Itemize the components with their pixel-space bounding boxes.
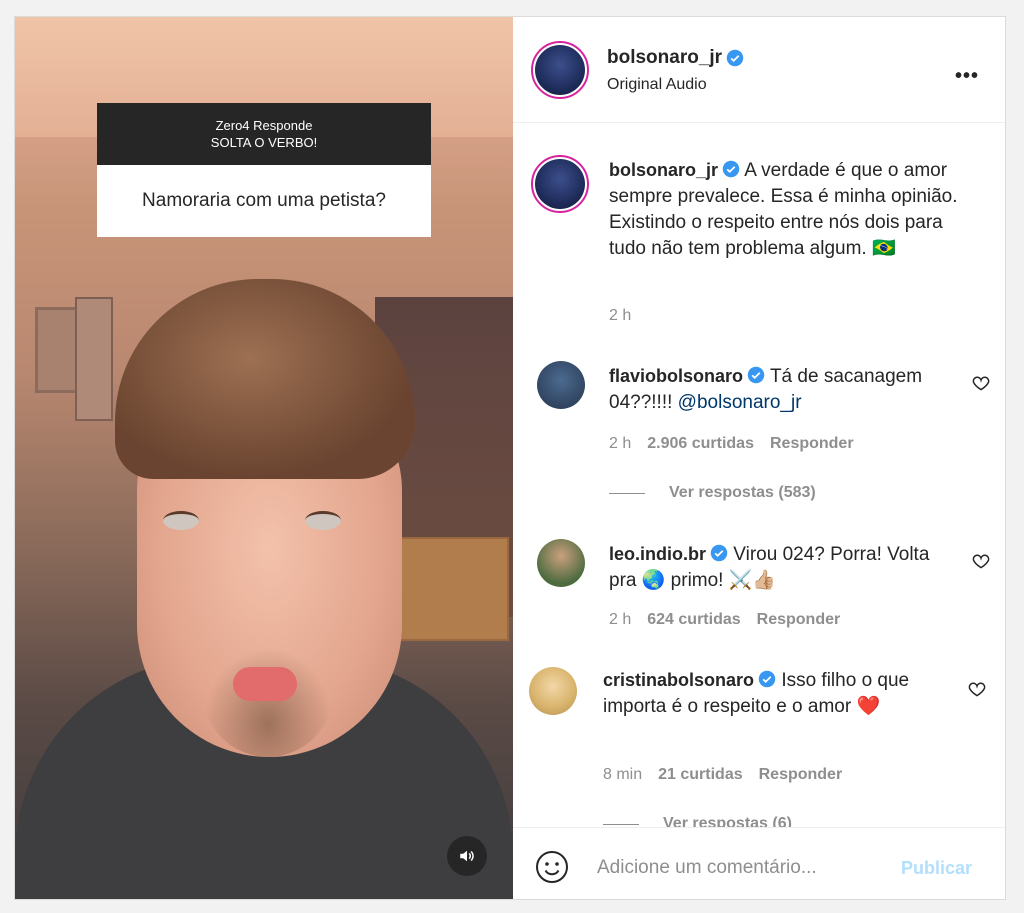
more-options-icon[interactable]: ••• [955,65,979,88]
comment-meta: 8 min 21 curtidas Responder [603,766,842,784]
question-sticker-header: Zero4 Responde SOLTA O VERBO! [97,103,431,165]
comment-time: 8 min [603,766,643,783]
comment-likes[interactable]: 21 curtidas [658,766,742,783]
comment-username[interactable]: cristinabolsonaro [603,670,754,690]
video-background-picture [75,297,113,421]
question-sticker-title: Zero4 Responde [215,118,313,133]
video-background-cabinet [395,537,509,641]
verified-badge-icon [747,366,765,384]
comment-likes[interactable]: 2.906 curtidas [647,435,754,452]
comment-item: leo.indio.br Virou 024? Porra! Volta pra… [609,541,959,594]
comment-time: 2 h [609,611,632,628]
video-player[interactable]: Zero4 Responde SOLTA O VERBO! Namoraria … [15,17,513,899]
comment-mention-link[interactable]: @bolsonaro_jr [678,392,802,413]
comment-username[interactable]: flaviobolsonaro [609,366,743,386]
comment-likes[interactable]: 624 curtidas [647,611,740,628]
caption-avatar[interactable] [531,155,589,213]
comment-item: flaviobolsonaro Tá de sacanagem 04??!!!!… [609,363,959,416]
verified-badge-icon [758,670,776,688]
post-comment-button[interactable]: Publicar [901,858,972,879]
verified-badge-icon [710,544,728,562]
comment-item: cristinabolsonaro Isso filho o que impor… [603,667,953,720]
like-heart-icon[interactable] [971,551,991,571]
verified-badge-icon [722,160,740,178]
view-replies-label[interactable]: Ver respostas (583) [669,484,816,502]
view-replies-button[interactable]: Ver respostas (583) [609,484,816,502]
post-author-username[interactable]: bolsonaro_jr [607,47,722,69]
post-header: bolsonaro_jr Original Audio ••• [513,17,1005,123]
verified-badge-icon [726,49,744,67]
comment-meta: 2 h 2.906 curtidas Responder [609,435,854,453]
comment-avatar[interactable] [537,361,585,409]
video-person-hair [115,279,415,479]
post-side-panel: bolsonaro_jr Original Audio ••• bolsonar… [513,17,1005,899]
question-sticker-text: Namoraria com uma petista? [97,165,431,237]
original-audio-link[interactable]: Original Audio [607,76,707,94]
video-person-mouth [233,667,297,701]
comment-avatar[interactable] [529,667,577,715]
comment-input[interactable] [595,856,879,880]
replies-divider [609,492,645,494]
like-heart-icon[interactable] [967,679,987,699]
comment-avatar[interactable] [537,539,585,587]
comment-time: 2 h [609,435,632,452]
video-person-eye [163,511,199,530]
reply-button[interactable]: Responder [757,611,841,628]
caption-time: 2 h [609,307,632,324]
speaker-icon [460,850,474,862]
reply-button[interactable]: Responder [759,766,843,783]
video-person-eye [305,511,341,530]
like-heart-icon[interactable] [971,373,991,393]
question-sticker: Zero4 Responde SOLTA O VERBO! Namoraria … [97,103,431,237]
comment-composer: Publicar [513,827,1005,899]
emoji-picker-icon[interactable] [535,850,569,884]
post-author[interactable]: bolsonaro_jr [607,47,744,69]
caption-username[interactable]: bolsonaro_jr [609,160,718,180]
comment-meta: 2 h 624 curtidas Responder [609,611,840,629]
post-dialog: Zero4 Responde SOLTA O VERBO! Namoraria … [14,16,1006,900]
avatar[interactable] [531,41,589,99]
caption: bolsonaro_jr A verdade é que o amor semp… [609,157,979,262]
comment-username[interactable]: leo.indio.br [609,544,706,564]
sound-toggle-button[interactable] [447,836,487,876]
replies-divider [603,823,639,825]
reply-button[interactable]: Responder [770,435,854,452]
question-sticker-subtitle: SOLTA O VERBO! [210,135,318,150]
